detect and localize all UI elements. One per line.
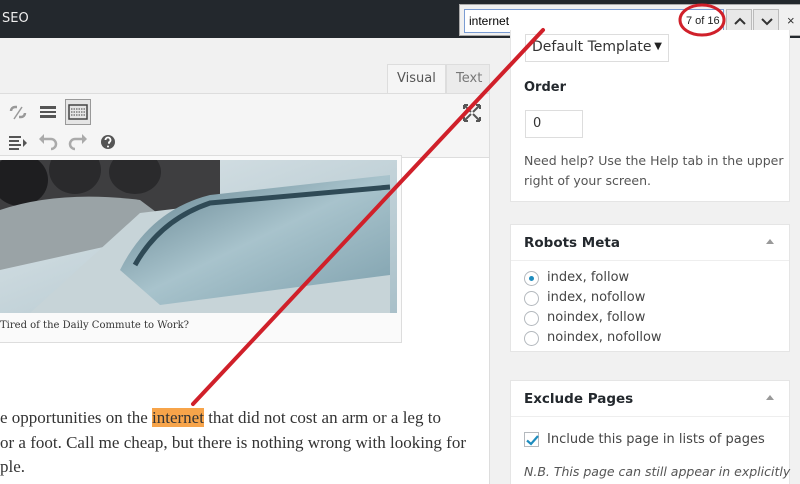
help-button[interactable] (95, 129, 121, 155)
find-close-button[interactable]: × (787, 13, 795, 28)
tab-text[interactable]: Text (446, 64, 490, 94)
paragraph-line-1[interactable]: e opportunities on the internet that did… (0, 408, 441, 428)
caret-down-icon: ▼ (654, 41, 662, 52)
include-in-lists-checkbox[interactable] (524, 432, 539, 447)
editor-tabs: Visual Text (0, 64, 490, 94)
unlink-icon (9, 105, 27, 120)
exclude-pages-note: N.B. This page can still appear in expli… (524, 464, 791, 479)
exclude-pages-header[interactable]: Exclude Pages (511, 381, 789, 417)
kitchen-sink-icon (68, 104, 88, 120)
robots-meta-title: Robots Meta (524, 235, 620, 251)
insert-more-icon (40, 106, 56, 118)
page-attributes-panel: Default Template ▼ Order 0 Need help? Us… (510, 30, 790, 202)
admin-bar-seo-label[interactable]: SEO (2, 11, 29, 26)
radio-index-nofollow[interactable] (524, 291, 539, 306)
paragraph-line-3[interactable]: ple. (0, 457, 25, 477)
radio-index-follow[interactable] (524, 271, 539, 286)
search-highlight: internet (152, 408, 204, 427)
editor-toolbar (0, 94, 489, 158)
tab-visual[interactable]: Visual (387, 64, 446, 94)
chevron-up-icon (734, 17, 746, 25)
indent-icon (9, 136, 27, 150)
include-in-lists-label: Include this page in lists of pages (547, 432, 765, 447)
chevron-down-icon (761, 18, 773, 26)
redo-icon (68, 134, 87, 151)
fullscreen-button[interactable] (459, 100, 485, 126)
insert-more-button[interactable] (35, 99, 61, 125)
radio-noindex-nofollow[interactable] (524, 331, 539, 346)
undo-icon (39, 134, 58, 151)
collapse-arrow-icon[interactable] (765, 238, 775, 245)
commute-photo[interactable] (0, 160, 397, 313)
exclude-pages-title: Exclude Pages (524, 391, 634, 407)
fullscreen-icon (463, 104, 481, 122)
robots-meta-header[interactable]: Robots Meta (511, 225, 789, 261)
order-label: Order (524, 80, 566, 95)
find-match-count: 7 of 16 (686, 15, 720, 27)
robots-meta-panel: Robots Meta index, follow index, nofollo… (510, 224, 790, 352)
checkmark-icon (526, 435, 539, 446)
order-input[interactable]: 0 (525, 110, 583, 138)
unlink-button[interactable] (5, 99, 31, 125)
exclude-pages-panel: Exclude Pages Include this page in lists… (510, 380, 790, 484)
help-text: Need help? Use the Help tab in the upper… (524, 153, 784, 188)
radio-noindex-follow[interactable] (524, 311, 539, 326)
help-icon (101, 135, 115, 149)
template-select[interactable]: Default Template ▼ (525, 34, 669, 62)
kitchen-sink-button[interactable] (65, 99, 91, 125)
redo-button[interactable] (65, 129, 91, 155)
undo-button[interactable] (35, 129, 61, 155)
indent-button[interactable] (5, 129, 31, 155)
paragraph-line-2[interactable]: or a foot. Call me cheap, but there is n… (0, 433, 466, 453)
image-caption: Tired of the Daily Commute to Work? (0, 320, 190, 331)
collapse-arrow-icon[interactable] (765, 394, 775, 401)
